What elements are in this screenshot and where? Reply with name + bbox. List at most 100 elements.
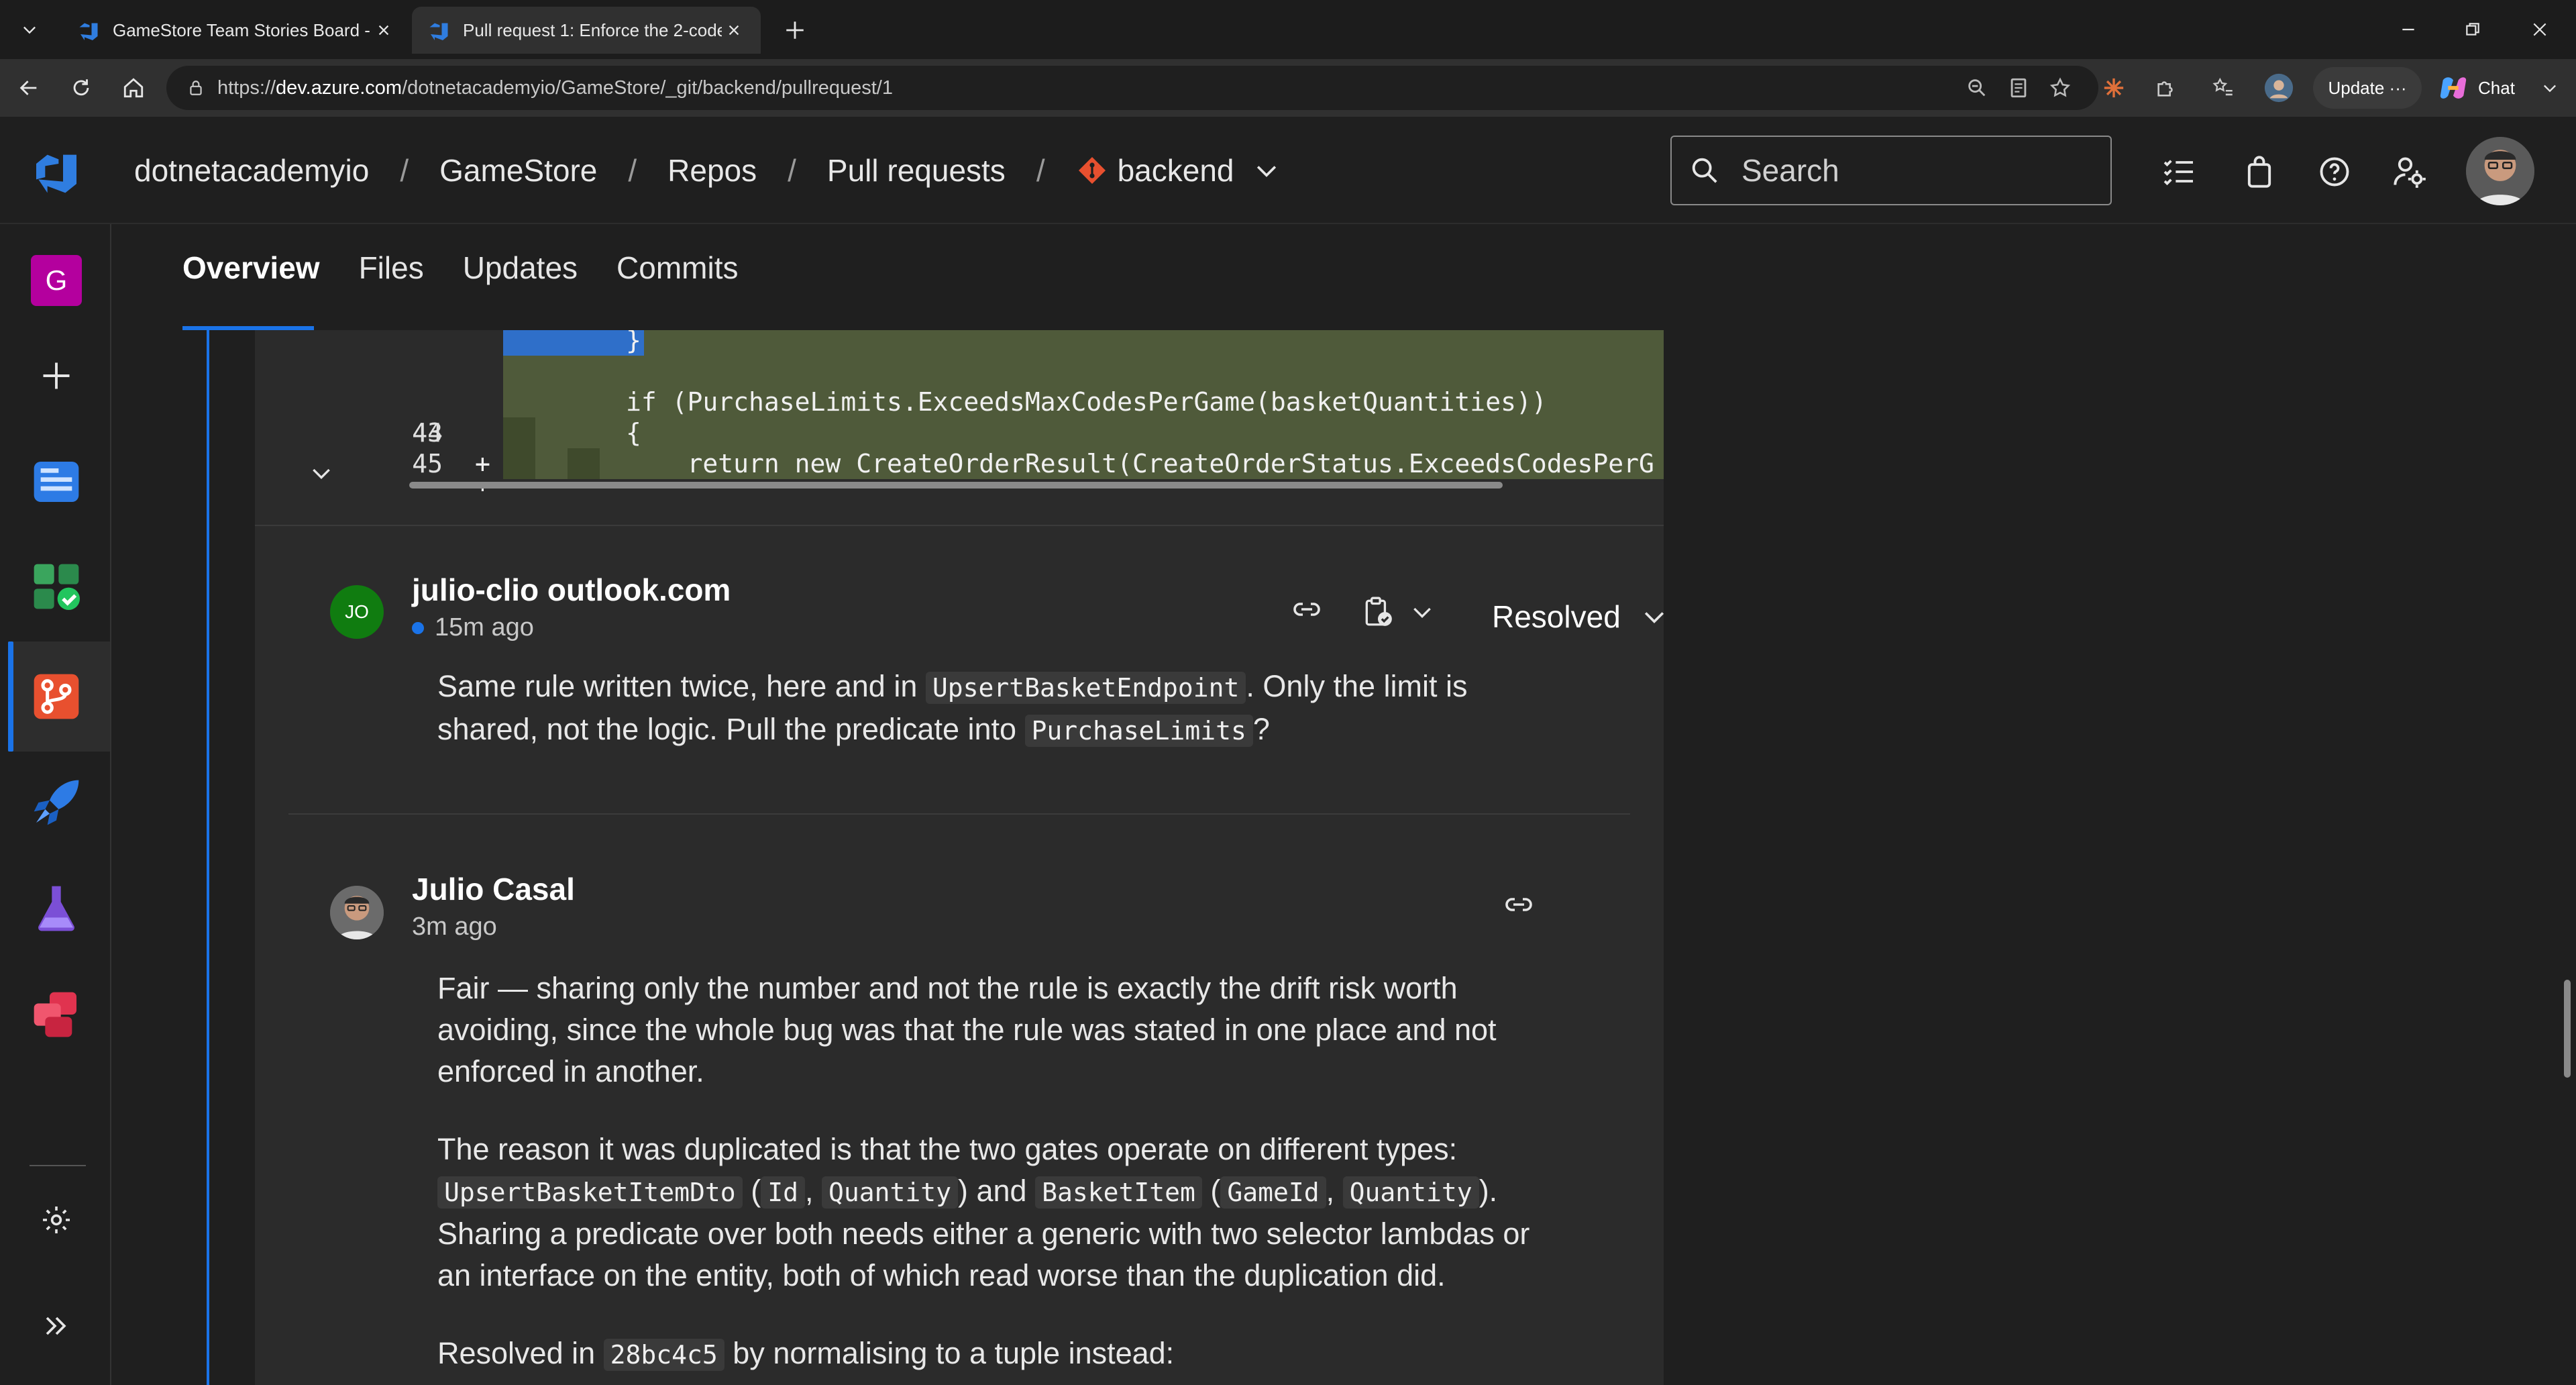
comment-author[interactable]: julio-clio outlook.com <box>412 572 731 608</box>
nav-test-plans[interactable] <box>27 879 86 938</box>
scrollbar-thumb[interactable] <box>2564 980 2571 1078</box>
sidebar-expand-button[interactable] <box>2533 71 2567 105</box>
search-input[interactable]: Search <box>1670 136 2112 205</box>
chevron-down-icon[interactable] <box>1252 156 1281 185</box>
breadcrumb-project[interactable]: GameStore <box>439 152 597 189</box>
azure-devops-logo-icon[interactable] <box>30 144 83 197</box>
copy-link-button[interactable] <box>1499 884 1539 925</box>
avatar[interactable] <box>330 886 384 939</box>
extension-burst-button[interactable] <box>2097 71 2131 105</box>
tab-overview[interactable]: Overview <box>182 250 320 286</box>
boards-icon <box>34 564 80 610</box>
close-icon <box>2533 23 2546 36</box>
reader-icon <box>2010 78 2027 98</box>
thread-actions-button[interactable] <box>1358 592 1398 632</box>
breadcrumb: dotnetacademyio / GameStore / Repos / Pu… <box>134 150 1281 191</box>
breadcrumb-repos[interactable]: Repos <box>667 152 757 189</box>
double-chevron-right-icon <box>46 1317 66 1335</box>
copy-link-button[interactable] <box>1287 589 1327 629</box>
avatar[interactable]: JO <box>330 585 384 639</box>
link-icon <box>1505 898 1532 911</box>
nav-overview[interactable] <box>27 452 86 511</box>
inline-code: Quantity <box>821 1176 958 1209</box>
thread-status-dropdown[interactable]: Resolved <box>1492 599 1669 635</box>
tab-files[interactable]: Files <box>359 250 424 286</box>
inline-code: PurchaseLimits <box>1024 715 1253 747</box>
comment-divider <box>288 813 1630 815</box>
new-tab-button[interactable] <box>778 13 812 47</box>
browser-tab-board[interactable]: GameStore Team Stories Board - B <box>62 7 411 54</box>
breadcrumb-pull-requests[interactable]: Pull requests <box>827 152 1006 189</box>
profile-button[interactable] <box>2262 71 2296 105</box>
nav-boards[interactable] <box>27 557 86 616</box>
breadcrumb-repository[interactable]: backend <box>1118 152 1234 189</box>
breadcrumb-organization[interactable]: dotnetacademyio <box>134 152 369 189</box>
nav-expand-button[interactable] <box>27 1296 86 1355</box>
code-horizontal-scrollbar[interactable] <box>382 479 1657 489</box>
favorites-button[interactable] <box>2207 71 2241 105</box>
nav-repos[interactable] <box>27 667 86 726</box>
link-icon <box>1293 603 1320 616</box>
tab-commits[interactable]: Commits <box>616 250 738 286</box>
project-avatar: G <box>31 255 82 306</box>
extensions-button[interactable] <box>2149 71 2183 105</box>
comment-author[interactable]: Julio Casal <box>412 871 575 907</box>
tab-close-button[interactable] <box>372 18 396 42</box>
ado-header: dotnetacademyio / GameStore / Repos / Pu… <box>0 117 2576 224</box>
window-restore-button[interactable] <box>2453 11 2493 48</box>
git-repo-icon <box>1078 157 1106 184</box>
scrollbar-thumb[interactable] <box>409 482 1503 489</box>
window-minimize-button[interactable] <box>2388 11 2428 48</box>
comment-paragraph: The reason it was duplicated is that the… <box>437 1132 1530 1292</box>
favorite-star-button[interactable] <box>2043 71 2077 105</box>
nav-project-settings[interactable] <box>27 1190 86 1249</box>
address-bar[interactable]: https://dev.azure.com/dotnetacademyio/Ga… <box>166 66 2098 110</box>
reader-view-button[interactable] <box>2002 71 2035 105</box>
inline-code: UpsertBasketEndpoint <box>925 672 1246 704</box>
collapse-code-button[interactable] <box>303 455 339 491</box>
user-settings-button[interactable] <box>2390 152 2430 192</box>
home-button[interactable] <box>117 71 150 105</box>
minimize-icon <box>2402 28 2414 31</box>
code-text: if (PurchaseLimits.ExceedsMaxCodesPerGam… <box>503 387 1547 417</box>
browser-tab-pull-request[interactable]: Pull request 1: Enforce the 2-code <box>412 7 761 54</box>
tab-actions-menu-button[interactable] <box>13 13 46 46</box>
nav-artifacts[interactable] <box>27 985 86 1044</box>
window-close-button[interactable] <box>2520 11 2560 48</box>
left-navigation: G <box>0 224 111 1385</box>
code-text: { <box>503 418 641 448</box>
update-button[interactable]: Update ··· <box>2313 67 2422 109</box>
zoom-button[interactable] <box>1960 71 1994 105</box>
code-text: return new CreateOrderResult(CreateOrder… <box>503 449 1654 478</box>
restore-icon <box>2466 23 2479 36</box>
thread-actions-dropdown[interactable] <box>1402 592 1442 632</box>
star-icon <box>2049 77 2071 97</box>
copilot-chat-button[interactable]: Chat <box>2430 67 2530 109</box>
help-button[interactable] <box>2314 152 2355 192</box>
chevron-down-icon <box>313 468 330 480</box>
tab-close-button[interactable] <box>722 18 746 42</box>
repos-icon <box>34 674 79 719</box>
azure-devops-favicon-icon <box>429 23 448 40</box>
gear-icon <box>43 1207 70 1233</box>
profile-avatar-icon <box>2264 73 2294 103</box>
page-scrollbar[interactable] <box>2559 224 2576 1385</box>
lock-icon[interactable] <box>182 74 209 101</box>
work-items-button[interactable] <box>2159 152 2199 192</box>
nav-project-overview[interactable]: G <box>27 251 86 310</box>
refresh-button[interactable] <box>64 71 98 105</box>
chevron-down-icon <box>1413 607 1431 619</box>
nav-pipelines[interactable] <box>27 773 86 832</box>
inline-code: Quantity <box>1342 1176 1479 1209</box>
inline-code: Id <box>761 1176 805 1209</box>
update-label: Update <box>2328 77 2385 98</box>
code-line: 43 + } <box>255 330 1664 478</box>
back-button[interactable] <box>12 71 46 105</box>
tab-updates[interactable]: Updates <box>463 250 578 286</box>
marketplace-button[interactable] <box>2239 152 2279 192</box>
nav-new-button[interactable] <box>27 346 86 405</box>
main-content: Overview Files Updates Commits 43 + } 44… <box>111 224 2560 1385</box>
code-line: 45 + if (PurchaseLimits.ExceedsMaxCodesP… <box>255 387 1664 491</box>
user-avatar[interactable] <box>2466 137 2534 205</box>
user-settings-icon <box>2394 157 2426 188</box>
